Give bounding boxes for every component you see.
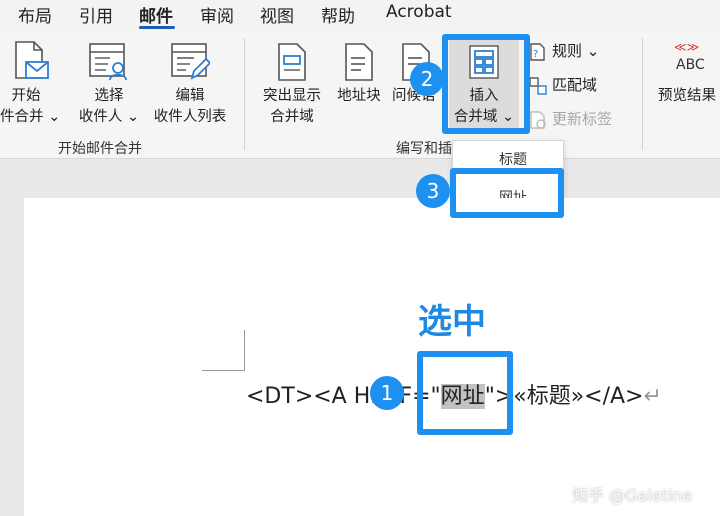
group-start-mail-merge-label: 开始邮件合并 bbox=[58, 141, 142, 157]
preview-results-label: 预览结果 bbox=[658, 88, 716, 104]
edit-list-label-1: 编辑 bbox=[175, 88, 205, 104]
select-recipients-label-1: 选择 bbox=[94, 88, 124, 104]
highlight-fields-icon bbox=[276, 42, 308, 82]
highlight-label-1: 突出显示 bbox=[263, 88, 321, 104]
highlight-label-2: 合并域 bbox=[270, 109, 314, 125]
select-recipients-label-2: 收件人 ⌄ bbox=[78, 109, 140, 125]
tab-acrobat[interactable]: Acrobat bbox=[386, 2, 452, 22]
preview-results-button[interactable]: ≪≫ ABC 预览结果 bbox=[652, 38, 720, 130]
tab-mailings[interactable]: 邮件 bbox=[139, 2, 173, 27]
highlight-merge-fields-button[interactable]: 突出显示 合并域 bbox=[256, 38, 328, 130]
group-separator bbox=[642, 38, 643, 150]
envelope-document-icon bbox=[12, 40, 50, 82]
dropdown-item-title[interactable]: 标题 bbox=[499, 149, 527, 169]
edit-list-icon bbox=[170, 40, 210, 82]
annotation-select-label: 选中 bbox=[418, 302, 486, 342]
tab-view[interactable]: 视图 bbox=[260, 2, 294, 27]
paragraph-mark-icon: ↵ bbox=[643, 384, 662, 409]
ribbon-tab-bar: 布局 引用 邮件 审阅 视图 帮助 Acrobat bbox=[0, 0, 720, 30]
edit-recipient-list-button[interactable]: 编辑 收件人列表 bbox=[148, 38, 232, 130]
address-block-button[interactable]: 地址块 bbox=[332, 38, 386, 130]
step-badge-1: 1 bbox=[370, 376, 404, 410]
ribbon: 开始 件合并 ⌄ 选择 收件人 ⌄ 编辑 收件人列表 开始邮件合并 突出显示 合… bbox=[0, 30, 720, 159]
update-labels-icon bbox=[528, 110, 548, 130]
start-merge-label-1: 开始 bbox=[11, 88, 41, 104]
tab-review[interactable]: 审阅 bbox=[200, 2, 234, 27]
update-labels-button: 更新标签 bbox=[528, 108, 628, 130]
address-block-label: 地址块 bbox=[337, 88, 381, 104]
match-fields-icon bbox=[528, 76, 548, 96]
step-badge-2: 2 bbox=[410, 62, 444, 96]
update-labels-label: 更新标签 bbox=[552, 110, 613, 128]
watermark: 知乎 @Galetine bbox=[572, 486, 693, 505]
rules-label: 规则 ⌄ bbox=[552, 42, 600, 60]
start-mail-merge-button[interactable]: 开始 件合并 ⌄ bbox=[0, 38, 62, 130]
url-item-highlight bbox=[450, 168, 564, 218]
match-fields-label: 匹配域 bbox=[552, 76, 598, 94]
start-merge-label-2: 件合并 ⌄ bbox=[0, 109, 61, 125]
match-fields-button[interactable]: 匹配域 bbox=[528, 74, 618, 96]
active-tab-indicator bbox=[139, 26, 175, 29]
preview-abc-icon: ABC bbox=[676, 57, 705, 73]
preview-arrows-icon: ≪≫ bbox=[674, 40, 700, 54]
document-page[interactable]: 选中 <DT><A HREF="网址">«标题»</A>↵ bbox=[24, 198, 720, 516]
margin-corner-mark bbox=[244, 330, 245, 370]
step-badge-3: 3 bbox=[416, 174, 450, 208]
rules-icon: ? bbox=[528, 42, 548, 62]
select-recipients-button[interactable]: 选择 收件人 ⌄ bbox=[74, 38, 144, 130]
group-separator bbox=[244, 38, 245, 150]
text-before: <DT><A HREF=" bbox=[246, 384, 441, 409]
tab-layout[interactable]: 布局 bbox=[18, 2, 52, 27]
address-block-icon bbox=[343, 42, 375, 82]
insert-field-highlight bbox=[442, 34, 530, 134]
recipient-list-icon bbox=[88, 40, 128, 82]
tab-references[interactable]: 引用 bbox=[79, 2, 113, 27]
selection-highlight bbox=[417, 351, 513, 435]
tab-help[interactable]: 帮助 bbox=[321, 2, 355, 27]
edit-list-label-2: 收件人列表 bbox=[153, 109, 227, 125]
rules-button[interactable]: ? 规则 ⌄ bbox=[528, 40, 618, 62]
svg-text:?: ? bbox=[533, 49, 538, 60]
margin-corner-mark bbox=[202, 370, 245, 371]
